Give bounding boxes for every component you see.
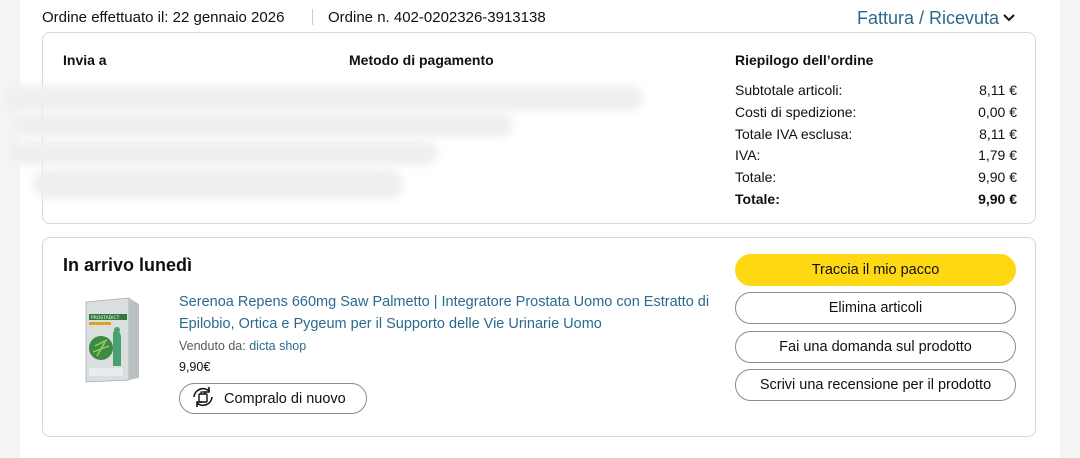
payment-method-heading: Metodo di pagamento (349, 52, 494, 68)
write-review-button[interactable]: Scrivi una recensione per il prodotto (735, 369, 1016, 401)
delete-items-label: Elimina articoli (828, 300, 923, 316)
order-number: Ordine n. 402-0202326-3913138 (328, 9, 546, 26)
totals-label: IVA: (735, 147, 761, 164)
totals-label: Costi di spedizione: (735, 103, 857, 120)
totals-value: 1,79 € (978, 147, 1017, 164)
totals-value: 9,90 € (978, 169, 1017, 186)
delivery-status: In arrivo lunedì (63, 255, 193, 275)
invoice-link-label: Fattura / Ricevuta (857, 8, 1000, 28)
order-summary-card: Invia a Metodo di pagamento Riepilogo de… (3, 32, 1036, 224)
sold-by: Venduto da: dicta shop (179, 339, 306, 353)
write-review-label: Scrivi una recensione per il prodotto (759, 377, 992, 393)
order-date: Ordine effettuato il: 22 gennaio 2026 (42, 9, 285, 26)
totals-row: IVA: 1,79 € (735, 145, 1017, 167)
redacted-area (13, 113, 513, 137)
invoice-link[interactable]: Fattura / Ricevuta (857, 6, 1015, 29)
product-title-link[interactable]: Serenoa Repens 660mg Saw Palmetto | Inte… (179, 292, 719, 335)
product-image[interactable]: PROSTADICT (83, 296, 141, 384)
shipment-card: In arrivo lunedì PROSTADICT Serenoa Repe… (42, 237, 1036, 437)
product-price: 9,90€ (179, 360, 211, 374)
header-divider (312, 9, 313, 25)
totals-value: 8,11 € (979, 82, 1017, 98)
grand-total-row: Totale: 9,90 € (735, 189, 1017, 211)
ask-question-label: Fai una domanda sul prodotto (779, 339, 972, 355)
totals-value: 0,00 € (978, 103, 1017, 120)
ship-to-heading: Invia a (63, 52, 107, 68)
redacted-area (8, 141, 438, 165)
totals-label: Subtotale articoli: (735, 82, 843, 98)
grand-total-label: Totale: (735, 190, 780, 207)
totals-value: 8,11 € (979, 125, 1017, 142)
redacted-area (3, 85, 643, 111)
buy-again-label: Compralo di nuovo (224, 390, 346, 407)
totals-label: Totale IVA esclusa: (735, 125, 853, 142)
redacted-area (33, 169, 403, 199)
chevron-down-icon (1003, 6, 1015, 27)
delete-items-button[interactable]: Elimina articoli (735, 292, 1016, 324)
product-brand: PROSTADICT (91, 315, 120, 321)
sold-by-label: Venduto da: (179, 339, 246, 353)
totals-row: Totale: 9,90 € (735, 167, 1017, 189)
track-package-button[interactable]: Traccia il mio pacco (735, 254, 1016, 286)
totals-label: Totale: (735, 169, 777, 186)
totals-row: Totale IVA esclusa: 8,11 € (735, 124, 1017, 146)
totals-list: Subtotale articoli: 8,11 € Costi di spedi… (735, 80, 1017, 211)
order-summary-heading: Riepilogo dell’ordine (735, 52, 874, 68)
grand-total-value: 9,90 € (978, 190, 1017, 207)
seller-link[interactable]: dicta shop (249, 339, 306, 353)
track-package-label: Traccia il mio pacco (811, 262, 940, 278)
ask-question-button[interactable]: Fai una domanda sul prodotto (735, 331, 1016, 363)
buy-again-icon (180, 386, 224, 412)
totals-row: Costi di spedizione: 0,00 € (735, 102, 1017, 124)
buy-again-button[interactable]: Compralo di nuovo (179, 383, 367, 414)
totals-row: Subtotale articoli: 8,11 € (735, 80, 1017, 102)
